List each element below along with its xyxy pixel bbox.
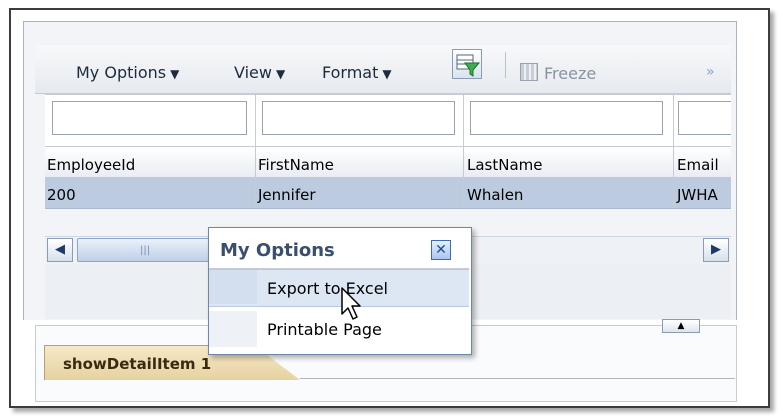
tab-label: showDetailItem 1 bbox=[63, 355, 212, 373]
query-filter-icon[interactable] bbox=[452, 49, 482, 79]
filter-input-firstname[interactable] bbox=[262, 101, 455, 135]
dropdown-caret-icon: ▼ bbox=[382, 67, 392, 81]
filter-input-lastname[interactable] bbox=[470, 101, 663, 135]
menu-format[interactable]: Format ▼ bbox=[322, 63, 392, 82]
table-row[interactable] bbox=[45, 177, 731, 209]
filter-input-employeeid[interactable] bbox=[52, 101, 247, 135]
freeze-label: Freeze bbox=[544, 64, 597, 83]
menu-item-gutter bbox=[209, 311, 257, 347]
column-divider[interactable] bbox=[463, 94, 464, 208]
menu-view[interactable]: View ▼ bbox=[234, 63, 285, 82]
column-divider[interactable] bbox=[673, 94, 674, 208]
menu-label: Format bbox=[322, 63, 379, 82]
cell-employeeid: 200 bbox=[47, 186, 76, 204]
dropdown-caret-icon: ▼ bbox=[170, 67, 180, 81]
popup-title: My Options bbox=[220, 240, 335, 261]
cell-firstname: Jennifer bbox=[258, 186, 316, 204]
cell-lastname: Whalen bbox=[467, 186, 524, 204]
scroll-left-icon[interactable]: ◀ bbox=[47, 238, 73, 262]
freeze-columns-icon bbox=[520, 63, 538, 81]
query-filter-glyph bbox=[456, 54, 481, 77]
menu-item-gutter bbox=[209, 270, 257, 304]
tab-baseline bbox=[300, 378, 735, 379]
column-header-employeeid[interactable]: EmployeeId bbox=[47, 156, 135, 174]
freeze-button[interactable]: Freeze bbox=[520, 63, 596, 83]
menu-label: View bbox=[234, 63, 272, 82]
close-icon[interactable]: ✕ bbox=[431, 240, 451, 260]
menu-item-label: Printable Page bbox=[267, 320, 382, 339]
toolbar-separator bbox=[505, 52, 506, 78]
column-divider[interactable] bbox=[255, 94, 256, 208]
menu-item-label: Export to Excel bbox=[267, 279, 388, 298]
cell-email: JWHA bbox=[677, 186, 718, 204]
menu-label: My Options bbox=[76, 63, 167, 82]
scroll-right-icon[interactable]: ▶ bbox=[703, 238, 729, 262]
toolbar-overflow-icon[interactable]: » bbox=[706, 64, 715, 80]
column-header-firstname[interactable]: FirstName bbox=[258, 156, 334, 174]
mouse-pointer-icon bbox=[341, 287, 361, 320]
column-header-lastname[interactable]: LastName bbox=[467, 156, 543, 174]
dropdown-caret-icon: ▼ bbox=[275, 67, 286, 81]
filter-input-email[interactable] bbox=[678, 101, 731, 135]
column-header-row bbox=[45, 146, 731, 178]
scrollbar-grip-icon: ||| bbox=[140, 245, 151, 256]
collapse-up-icon[interactable]: ▲ bbox=[662, 319, 700, 333]
column-header-email[interactable]: Email bbox=[677, 156, 719, 174]
menu-my-options[interactable]: My Options ▼ bbox=[76, 63, 179, 82]
